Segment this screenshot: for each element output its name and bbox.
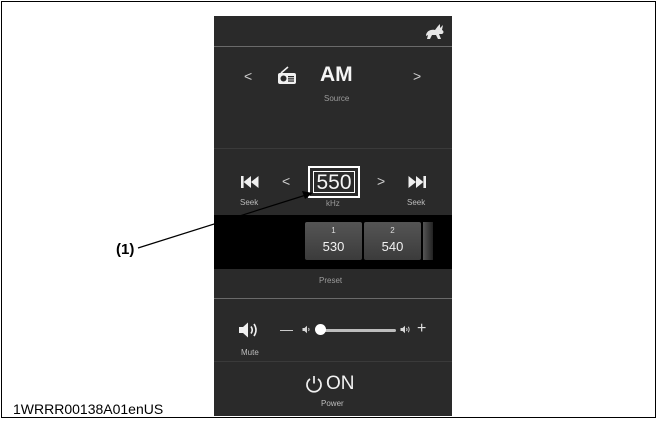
figure-code: 1WRRR00138A01enUS [13,401,164,417]
callout-label: (1) [116,241,135,258]
callout-leader [137,191,313,249]
